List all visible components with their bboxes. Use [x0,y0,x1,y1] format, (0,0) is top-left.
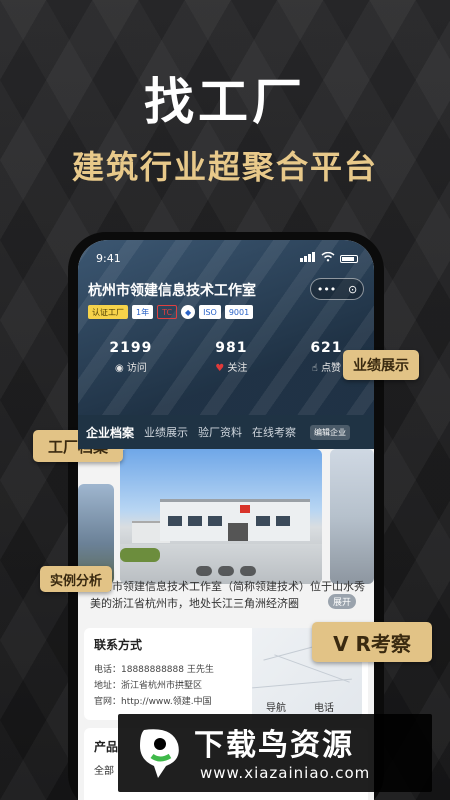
company-intro: 杭州市领建信息技术工作室（简称领建技术）位于山水秀美的浙江省杭州市，地处长江三角… [90,580,365,610]
company-tabs: 企业档案 业绩展示 验厂资料 在线考察 编辑企业 [78,415,374,449]
stat-value: 981 [215,340,248,356]
stat-likes[interactable]: 621 ☝ 点赞 [310,340,342,374]
iso-badge: ISO [199,305,221,319]
more-icon[interactable]: ••• [317,283,336,296]
vr-icon[interactable] [240,566,256,576]
tab-company-archive[interactable]: 企业档案 [86,424,134,441]
battery-icon [340,254,358,263]
promo-headline: 找工厂 [144,73,306,131]
mini-program-capsule[interactable]: ••• ⊙ [310,278,364,300]
certification-badges: 认证工厂 1年 TC ◆ ISO 9001 [88,305,254,319]
callout-vr-inspection: V R考察 [312,622,432,662]
expand-intro-button[interactable]: 展开 [327,594,356,609]
years-badge: 1年 [132,305,154,319]
edit-company-button[interactable]: 编辑企业 [310,424,351,440]
video-icon[interactable] [196,566,212,576]
grass [120,548,160,562]
close-icon[interactable]: ⊙ [348,283,357,296]
products-all-filter[interactable]: 全部 [94,762,114,777]
factory-logo [240,505,250,513]
tab-factory-docs[interactable]: 验厂资料 [198,424,242,440]
eye-icon: ◉ [114,363,127,374]
status-icons [300,251,358,265]
navigate-button[interactable]: 导航 [266,699,286,714]
status-bar: 9:41 [96,251,358,265]
stat-label: 关注 [227,363,248,374]
iso-number-badge: 9001 [224,305,254,319]
media-controls [196,566,256,576]
gallery-photo-factory[interactable] [120,449,322,584]
contact-website[interactable]: 官网：http://www.领建.中国 [94,694,212,707]
bird-logo-icon [132,726,186,780]
contact-title: 联系方式 [94,638,143,652]
wifi-icon [321,251,335,265]
factory-building [160,499,310,541]
stat-value: 2199 [109,340,153,356]
stat-label: 访问 [126,363,147,374]
contact-address: 地址：浙江省杭州市拱墅区 [94,681,203,691]
call-button[interactable]: 电话 [314,699,334,714]
stat-value: 621 [310,340,343,356]
certified-factory-badge: 认证工厂 [88,305,128,319]
company-name: 杭州市领建信息技术工作室 [88,283,256,299]
tc-badge: TC [157,305,178,319]
tab-performance[interactable]: 业绩展示 [144,424,188,440]
callout-case-analysis: 实例分析 [40,566,112,592]
watermark-brand: 下载鸟资源 [194,728,354,763]
gallery-photo-warehouse[interactable] [330,449,374,584]
watermark: 下载鸟资源 www.xiazainiao.com [118,714,432,792]
image-icon[interactable] [218,566,234,576]
photo-gallery[interactable] [78,449,374,589]
signal-icon [300,252,316,265]
status-time: 9:41 [96,252,121,265]
watermark-url: www.xiazainiao.com [200,764,371,782]
company-hero [78,240,374,415]
stat-label: 点赞 [321,363,342,374]
products-title: 产品 [94,740,119,754]
stat-follows[interactable]: 981 ♥ 关注 [215,340,247,374]
contact-phone[interactable]: 电话：18888888888 王先生 [94,662,214,675]
cert-icon: ◆ [181,305,196,319]
company-stats: 2199 ◉ 访问 981 ♥ 关注 621 ☝ 点赞 [78,340,374,374]
thumbs-up-icon: ☝ [311,363,322,374]
heart-icon: ♥ [215,363,228,374]
promo-subline: 建筑行业超聚合平台 [71,148,378,186]
tab-online-inspection[interactable]: 在线考察 [252,424,296,440]
stat-visits: 2199 ◉ 访问 [109,340,152,374]
